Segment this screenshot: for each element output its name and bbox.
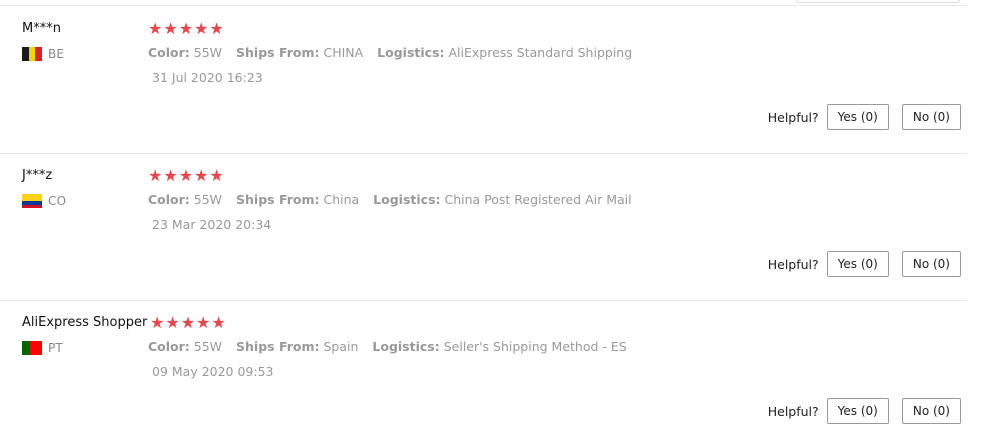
star-icon: ★ [150, 313, 165, 332]
helpful-label: Helpful? [767, 256, 819, 272]
color-value: 55W [193, 45, 223, 60]
helpful-label: Helpful? [767, 403, 819, 419]
helpful-yes-button[interactable]: Yes (0) [826, 104, 889, 130]
star-icon: ★ [209, 166, 224, 185]
review-sku-info: Color: 55W Ships From: China Logistics: … [148, 192, 632, 207]
review-item: M***n BE ★ ★ ★ ★ ★ Color: 55W Ships From… [0, 6, 967, 154]
logistics-value: Seller's Shipping Method - ES [443, 339, 627, 354]
helpful-section: Helpful? Yes (0) No (0) [768, 104, 961, 130]
star-icon: ★ [148, 166, 163, 185]
review-sku-info: Color: 55W Ships From: Spain Logistics: … [148, 339, 627, 354]
star-icon: ★ [165, 313, 180, 332]
star-rating: ★ ★ ★ ★ ★ [148, 21, 225, 37]
star-rating: ★ ★ ★ ★ ★ [148, 168, 225, 184]
flag-co-icon [22, 194, 42, 208]
reviewer-name: AliExpress Shopper [22, 315, 148, 330]
color-label: Color: [148, 339, 190, 354]
review-sku-info: Color: 55W Ships From: CHINA Logistics: … [148, 45, 632, 60]
helpful-no-button[interactable]: No (0) [901, 104, 961, 130]
star-icon: ★ [196, 313, 211, 332]
star-icon: ★ [178, 166, 194, 185]
reviewer-country: PT [22, 341, 63, 355]
star-icon: ★ [163, 166, 178, 185]
star-icon: ★ [180, 313, 196, 332]
star-icon: ★ [178, 19, 194, 38]
logistics-value: AliExpress Standard Shipping [448, 45, 633, 60]
color-value: 55W [193, 339, 223, 354]
helpful-label: Helpful? [767, 109, 819, 125]
star-icon: ★ [194, 166, 209, 185]
country-code: BE [48, 47, 65, 61]
reviewer-country: BE [22, 47, 64, 61]
review-item: J***z CO ★ ★ ★ ★ ★ Color: 55W Ships From… [0, 153, 967, 301]
reviewer-name: M***n [22, 21, 61, 36]
logistics-label: Logistics: [372, 339, 440, 354]
ships-from-label: Ships From: [236, 45, 320, 60]
star-icon: ★ [209, 19, 224, 38]
ships-from-label: Ships From: [236, 192, 320, 207]
star-icon: ★ [194, 19, 209, 38]
logistics-label: Logistics: [377, 45, 445, 60]
helpful-yes-button[interactable]: Yes (0) [826, 398, 889, 424]
ships-from-value: Spain [323, 339, 359, 354]
review-date: 31 Jul 2020 16:23 [152, 70, 263, 85]
flag-be-icon [22, 47, 43, 61]
ships-from-label: Ships From: [236, 339, 320, 354]
star-icon: ★ [148, 19, 163, 38]
review-item: AliExpress Shopper PT ★ ★ ★ ★ ★ Color: 5… [0, 300, 967, 447]
helpful-no-button[interactable]: No (0) [901, 398, 961, 424]
star-rating: ★ ★ ★ ★ ★ [150, 315, 227, 331]
country-code: CO [48, 194, 67, 208]
color-value: 55W [193, 192, 223, 207]
star-icon: ★ [163, 19, 178, 38]
reviewer-country: CO [22, 194, 66, 208]
helpful-section: Helpful? Yes (0) No (0) [768, 251, 961, 277]
logistics-value: China Post Registered Air Mail [444, 192, 632, 207]
review-date: 09 May 2020 09:53 [152, 364, 274, 379]
reviewer-name: J***z [22, 168, 53, 183]
color-label: Color: [148, 45, 190, 60]
color-label: Color: [148, 192, 190, 207]
helpful-yes-button[interactable]: Yes (0) [826, 251, 889, 277]
ships-from-value: China [323, 192, 360, 207]
review-date: 23 Mar 2020 20:34 [152, 217, 272, 232]
helpful-no-button[interactable]: No (0) [901, 251, 961, 277]
country-code: PT [48, 341, 63, 355]
logistics-label: Logistics: [373, 192, 441, 207]
ships-from-value: CHINA [323, 45, 364, 60]
helpful-section: Helpful? Yes (0) No (0) [768, 398, 961, 424]
flag-pt-icon [22, 341, 42, 355]
sort-control-edge[interactable] [796, 0, 960, 3]
star-icon: ★ [211, 313, 226, 332]
